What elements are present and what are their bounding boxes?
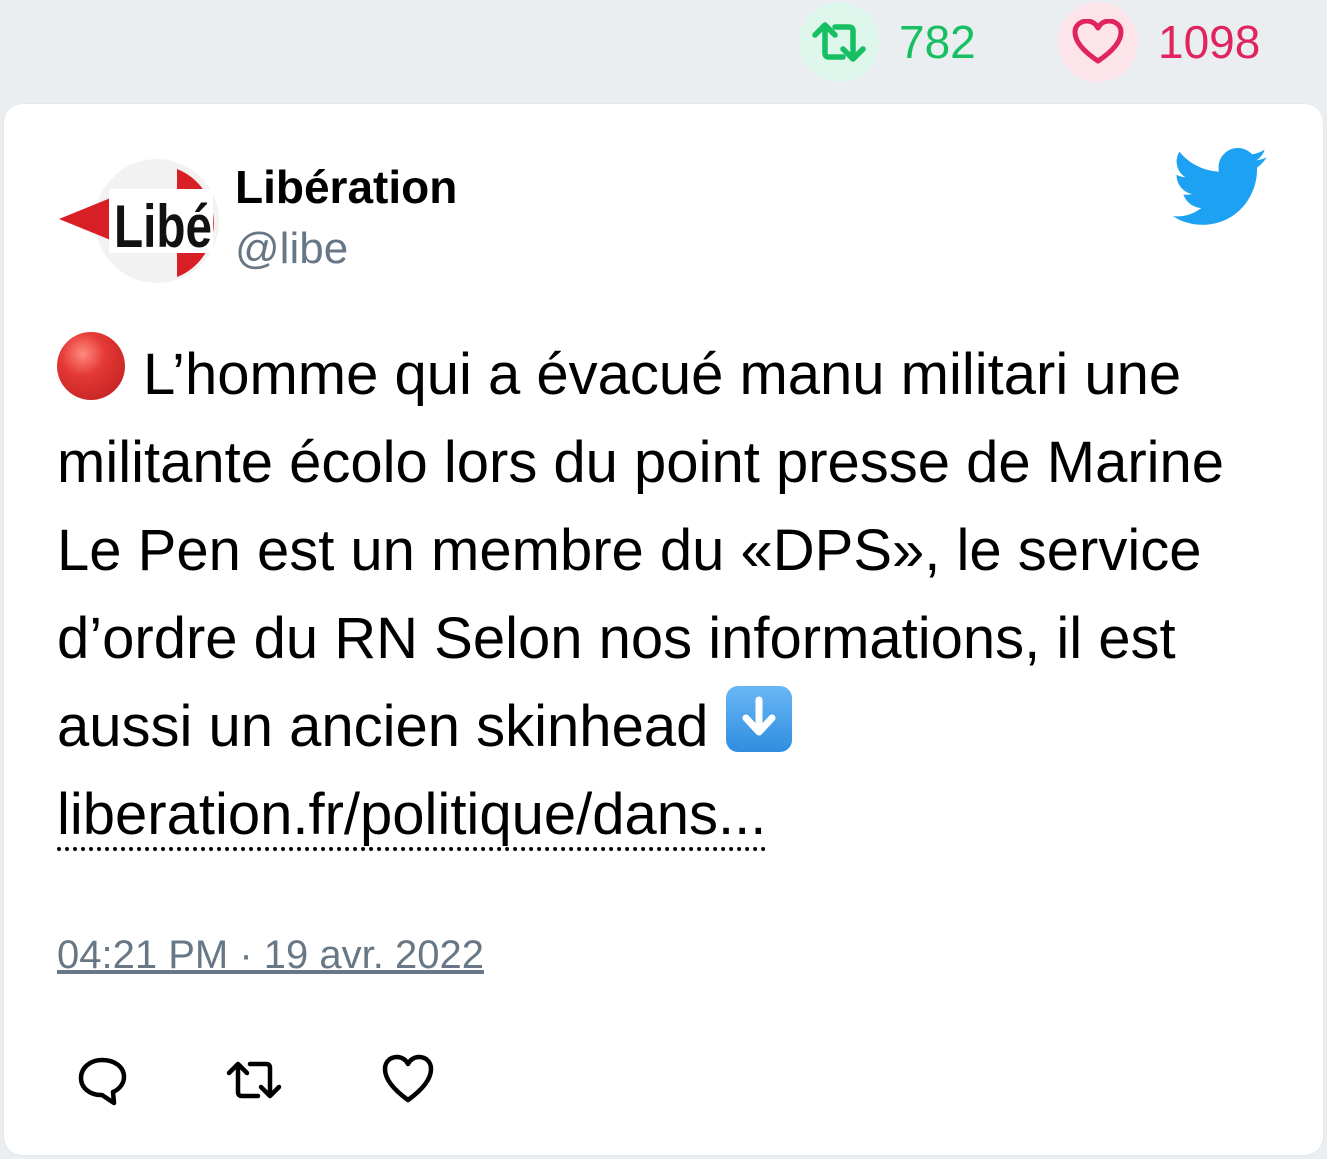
- logo-text: Libé: [114, 193, 212, 260]
- like-stat[interactable]: 1098: [1058, 0, 1260, 84]
- heart-icon[interactable]: [1058, 2, 1138, 82]
- retweet-stat[interactable]: 782: [799, 0, 976, 84]
- red-circle-icon: [57, 332, 125, 400]
- author-name[interactable]: Libération: [235, 162, 457, 213]
- tweet-stats-bar: 782 1098: [0, 0, 1327, 90]
- tweet-body: L’homme qui a évacué manu militari une m…: [57, 342, 1225, 759]
- twitter-bird-icon[interactable]: [1172, 148, 1269, 228]
- retweet-count: 782: [899, 16, 976, 68]
- retweet-icon[interactable]: [222, 1052, 282, 1108]
- tweet-text: L’homme qui a évacué manu militari une m…: [57, 331, 1287, 859]
- avatar[interactable]: Libé: [59, 159, 225, 289]
- author-handle[interactable]: @libe: [235, 224, 348, 273]
- retweet-icon[interactable]: [799, 2, 879, 82]
- tweet-timestamp[interactable]: 04:21 PM · 19 avr. 2022: [57, 933, 484, 978]
- article-link[interactable]: liberation.fr/politique/dans...: [57, 782, 767, 851]
- tweet-card: Libé Libération @libe L’homme qui a évac…: [4, 104, 1323, 1155]
- down-arrow-icon: [726, 686, 793, 752]
- heart-icon[interactable]: [380, 1052, 436, 1108]
- like-count: 1098: [1158, 16, 1261, 68]
- reply-icon[interactable]: [74, 1052, 130, 1108]
